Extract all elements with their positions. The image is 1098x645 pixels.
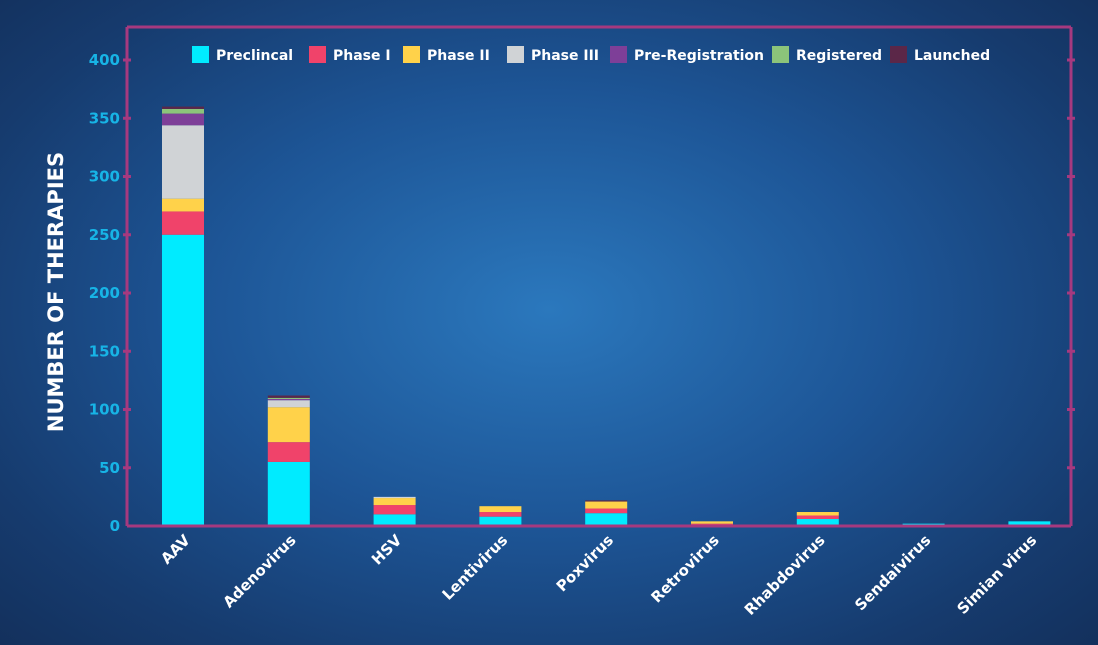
legend-item: Phase III (507, 46, 599, 64)
legend-swatch (507, 46, 524, 63)
bar-segment-launched (162, 106, 204, 109)
plot-frame (123, 25, 1075, 528)
legend-swatch (309, 46, 326, 63)
legend-swatch (192, 46, 209, 63)
y-tick-label: 400 (89, 51, 120, 69)
legend-item: Launched (890, 46, 990, 64)
legend-label: Pre-Registration (634, 48, 764, 64)
bar-segment-preclincal (267, 461, 310, 526)
legend-label: Launched (914, 48, 990, 64)
y-tick-label: 50 (99, 459, 120, 477)
bar-segment-phase-ii (479, 506, 522, 513)
bars (162, 106, 1051, 526)
bar-segment-pre-registration (162, 113, 204, 126)
y-tick-label: 150 (89, 342, 120, 360)
legend-item: Phase II (403, 46, 490, 64)
legend-swatch (890, 46, 907, 63)
legend-item: Registered (772, 46, 882, 64)
y-tick-label: 100 (89, 401, 120, 419)
legend: Preclincal Phase I Phase II Phase III Pre-Re… (192, 46, 990, 64)
bar-segment-phase-ii (373, 498, 416, 506)
legend-label: Preclincal (216, 48, 293, 64)
bar-segment-phase-ii (691, 521, 733, 524)
y-tick-label: 0 (110, 517, 120, 535)
bar-segment-phase-iii (267, 400, 310, 408)
legend-item: Preclincal (192, 46, 293, 64)
bar-segment-phase-ii (585, 501, 628, 509)
y-axis: NUMBER OF THERAPIES 0 50 100 150 200 250 300 35… (44, 51, 120, 535)
x-category-label: Sendaivirus (851, 531, 934, 614)
bar-segment-phase-i (796, 515, 839, 520)
bar-segment-preclincal (373, 514, 416, 526)
legend-label: Registered (796, 48, 882, 64)
y-tick-label: 300 (89, 168, 120, 186)
x-category-label: HSV (368, 531, 406, 569)
bar-segment-phase-ii (162, 198, 204, 212)
bar-segment-phase-ii (796, 512, 839, 516)
legend-swatch (610, 46, 627, 63)
bar-segment-phase-iii (373, 496, 416, 499)
y-tick-label: 250 (89, 226, 120, 244)
legend-swatch (772, 46, 789, 63)
legend-swatch (403, 46, 420, 63)
bar-segment-phase-iii (162, 125, 204, 199)
x-axis: AAV Adenovirus HSV Lentivirus Poxvirus Retrov… (157, 531, 1040, 619)
y-axis-title: NUMBER OF THERAPIES (44, 152, 68, 432)
stacked-bar-chart: NUMBER OF THERAPIES 0 50 100 150 200 250 300 35… (44, 25, 1075, 619)
x-category-label: Simian virus (953, 531, 1040, 618)
x-category-label: AAV (157, 531, 194, 568)
bar-segment-phase-i (479, 512, 522, 517)
bar-segment-launched (267, 395, 310, 398)
bar-segment-phase-ii (267, 407, 310, 443)
legend-label: Phase II (427, 48, 490, 64)
bar-segment-pre-registration (267, 399, 310, 401)
bar-segment-phase-i (373, 505, 416, 515)
x-category-label: Rhabdovirus (741, 531, 829, 619)
y-tick-label: 350 (89, 109, 120, 127)
bar-segment-phase-i (267, 442, 310, 462)
legend-label: Phase I (333, 48, 391, 64)
bar-segment-preclincal (585, 513, 628, 526)
x-category-label: Retrovirus (647, 531, 722, 606)
legend-item: Pre-Registration (610, 46, 764, 64)
bar-segment-registered (267, 397, 310, 400)
bar-segment-phase-i (162, 211, 204, 235)
bar-segment-preclincal (162, 234, 204, 526)
legend-item: Phase I (309, 46, 391, 64)
y-tick-label: 200 (89, 284, 120, 302)
bar-segment-phase-i (585, 508, 628, 514)
legend-label: Phase III (531, 48, 599, 64)
x-category-label: Poxvirus (553, 531, 617, 595)
bar-segment-launched (585, 500, 628, 502)
x-category-label: Lentivirus (439, 531, 512, 604)
bar-segment-registered (162, 108, 204, 114)
chart: NUMBER OF THERAPIES 0 50 100 150 200 250 300 35… (0, 0, 1098, 645)
x-category-label: Adenovirus (219, 531, 299, 611)
